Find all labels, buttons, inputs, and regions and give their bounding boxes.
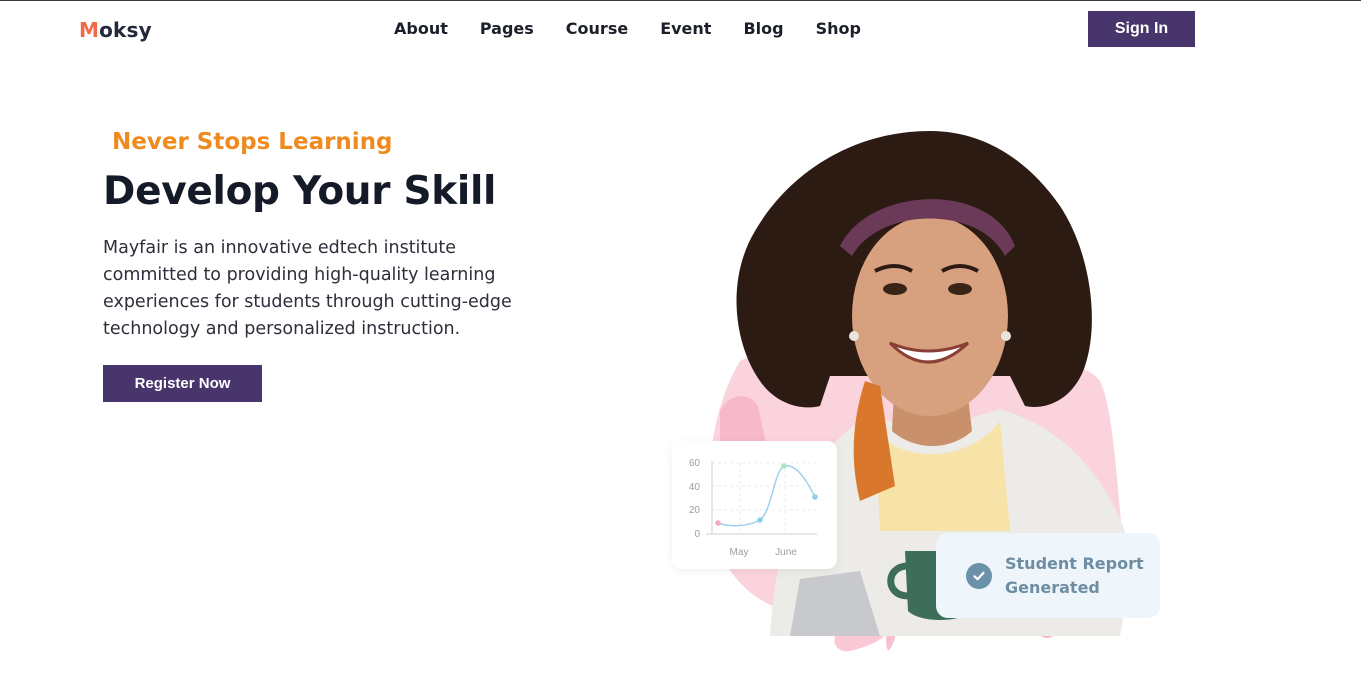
mini-chart: 60 40 20 0 May June [689, 458, 818, 558]
y-tick-label: 60 [689, 458, 701, 469]
left-earring [849, 331, 859, 341]
nav-shop[interactable]: Shop [816, 19, 861, 39]
logo-initial: M [79, 18, 100, 42]
nav-about[interactable]: About [394, 19, 448, 39]
y-tick-label: 20 [689, 505, 701, 516]
nav-event[interactable]: Event [660, 19, 711, 39]
trend-line [717, 465, 816, 527]
main-nav: About Pages Course Event Blog Shop [394, 19, 893, 39]
report-status-text: Student Report Generated [1005, 553, 1144, 597]
x-tick-label: May [730, 547, 749, 558]
y-tick-label: 40 [689, 482, 701, 493]
site-logo[interactable]: Moksy [79, 18, 152, 42]
student-report-card: Student Report Generated [936, 533, 1160, 618]
nav-blog[interactable]: Blog [743, 19, 783, 39]
data-point [781, 463, 787, 469]
y-tick-label: 0 [694, 529, 700, 540]
sign-in-button[interactable]: Sign In [1088, 11, 1195, 47]
right-eye [948, 283, 972, 295]
logo-text: oksy [99, 18, 152, 42]
left-eye [883, 283, 907, 295]
right-earring [1001, 331, 1011, 341]
nav-course[interactable]: Course [566, 19, 628, 39]
data-point [757, 517, 763, 523]
nav-pages[interactable]: Pages [480, 19, 534, 39]
data-point [715, 520, 721, 526]
hero-eyebrow: Never Stops Learning [112, 129, 393, 155]
hero-description: Mayfair is an innovative edtech institut… [103, 238, 512, 339]
register-now-button[interactable]: Register Now [103, 365, 262, 402]
mini-chart-card: 60 40 20 0 May June [672, 441, 837, 569]
x-tick-label: June [775, 547, 797, 558]
data-point [812, 494, 818, 500]
check-circle-icon [966, 562, 992, 589]
hero-title: Develop Your Skill [103, 169, 497, 214]
